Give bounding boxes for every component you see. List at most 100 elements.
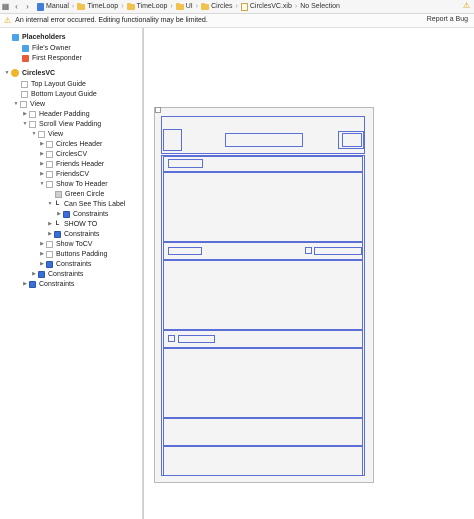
disclosure-collapsed-icon[interactable]: ▶ [47, 221, 53, 227]
disclosure-collapsed-icon[interactable]: ▶ [22, 281, 28, 287]
disclosure-expanded-icon[interactable]: ▼ [39, 181, 45, 187]
scene-handle-icon[interactable] [155, 107, 161, 113]
header-title-box[interactable] [225, 133, 303, 147]
disclosure-collapsed-icon[interactable]: ▶ [39, 141, 45, 147]
placeholders-header: Placeholders [12, 32, 66, 42]
outline-item-constraints-2[interactable]: ▶ Constraints [47, 229, 99, 239]
view-icon [29, 120, 36, 128]
grid-icon[interactable]: ▦ [0, 1, 11, 13]
disclosure-expanded-icon[interactable]: ▼ [31, 131, 37, 137]
outline-item-constraints-1[interactable]: ▶ Constraints [56, 209, 108, 219]
view-icon [46, 160, 53, 168]
outline-item-files-owner[interactable]: File's Owner [22, 43, 71, 53]
outline-item-constraints-3[interactable]: ▶ Constraints [39, 259, 91, 269]
outline-item-show-to[interactable]: ▶ L SHOW TO [47, 219, 97, 229]
breadcrumb-item-ui[interactable]: UI [175, 2, 193, 10]
constraints-icon [29, 280, 36, 288]
buttons-padding-frame[interactable] [163, 418, 363, 446]
outline-item-circles-header[interactable]: ▶ Circles Header [39, 139, 102, 149]
breadcrumb-separator: › [195, 3, 199, 10]
breadcrumb-item-timeloop[interactable]: TimeLoop [77, 2, 118, 10]
disclosure-collapsed-icon[interactable]: ▶ [47, 231, 53, 237]
back-icon[interactable]: ‹ [11, 1, 22, 13]
outline-item-first-responder[interactable]: First Responder [22, 53, 82, 63]
folder-icon [126, 2, 135, 10]
friends-header-check-box[interactable] [305, 247, 312, 254]
breadcrumb-item-manual[interactable]: Manual [37, 2, 69, 11]
disclosure-collapsed-icon[interactable]: ▶ [39, 171, 45, 177]
collection-view-icon [46, 170, 53, 178]
breadcrumb-separator: › [235, 3, 238, 10]
circles-header-label-box[interactable] [168, 159, 203, 168]
green-circle-box[interactable] [168, 335, 175, 342]
xib-file-icon [240, 2, 248, 11]
document-outline: Placeholders File's Owner First Responde… [0, 28, 143, 519]
outline-item-inner-view[interactable]: ▼ View [31, 129, 63, 139]
breadcrumb-item-timeloop-2[interactable]: TimeLoop [126, 2, 167, 10]
outline-item-view[interactable]: ▼ View [13, 99, 45, 109]
outline-item-constraints-5[interactable]: ▶ Constraints [22, 279, 74, 289]
placeholder-cube-icon [12, 33, 19, 41]
friends-header-label-box[interactable] [168, 247, 202, 255]
breadcrumb-separator: › [294, 3, 298, 10]
report-bug-button[interactable]: Report a Bug [427, 16, 468, 23]
outline-item-circles-cv[interactable]: ▶ CirclesCV [39, 149, 87, 159]
breadcrumb-item-circles[interactable]: Circles [201, 2, 232, 10]
disclosure-collapsed-icon[interactable]: ▶ [22, 111, 28, 117]
constraints-icon [54, 230, 61, 238]
view-icon [29, 110, 36, 118]
label-icon: L [55, 220, 60, 227]
error-message: An internal error occurred. Editing func… [15, 17, 208, 24]
canvas-divider [143, 28, 144, 519]
warning-icon: ⚠ [4, 16, 12, 25]
disclosure-collapsed-icon[interactable]: ▶ [39, 251, 45, 257]
disclosure-collapsed-icon[interactable]: ▶ [39, 241, 45, 247]
outline-item-friends-header[interactable]: ▶ Friends Header [39, 159, 104, 169]
outline-item-constraints-4[interactable]: ▶ Constraints [31, 269, 83, 279]
outline-item-green-circle[interactable]: Green Circle [55, 189, 104, 199]
show-to-label-box[interactable] [178, 335, 215, 343]
view-icon [46, 250, 53, 258]
outline-item-scroll-view-padding[interactable]: ▼ Scroll View Padding [22, 119, 101, 129]
circles-vc-scene[interactable] [154, 107, 374, 483]
warning-icon[interactable]: ⚠ [463, 1, 470, 10]
disclosure-collapsed-icon[interactable]: ▶ [39, 161, 45, 167]
constraints-icon [38, 270, 45, 278]
disclosure-expanded-icon[interactable]: ▼ [4, 70, 10, 76]
header-left-box[interactable] [163, 129, 182, 151]
disclosure-expanded-icon[interactable]: ▼ [47, 201, 53, 207]
bottom-region-frame[interactable] [163, 446, 363, 476]
disclosure-expanded-icon[interactable]: ▼ [22, 121, 28, 127]
disclosure-collapsed-icon[interactable]: ▶ [39, 151, 45, 157]
outline-item-bottom-layout-guide[interactable]: Bottom Layout Guide [21, 89, 97, 99]
breadcrumb: Manual › TimeLoop › TimeLoop › UI › Circ… [37, 2, 340, 11]
outline-item-friends-cv[interactable]: ▶ FriendsCV [39, 169, 89, 179]
layout-guide-icon [21, 80, 28, 88]
folder-icon [175, 2, 184, 10]
show-to-cv-frame[interactable] [163, 348, 363, 418]
disclosure-collapsed-icon[interactable]: ▶ [56, 211, 62, 217]
view-icon [20, 100, 27, 108]
breadcrumb-separator: › [170, 3, 173, 10]
disclosure-expanded-icon[interactable]: ▼ [13, 101, 19, 107]
outline-item-top-layout-guide[interactable]: Top Layout Guide [21, 79, 86, 89]
outline-item-show-to-cv[interactable]: ▶ Show ToCV [39, 239, 92, 249]
friends-header-right-label-box[interactable] [314, 247, 362, 255]
outline-item-header-padding[interactable]: ▶ Header Padding [22, 109, 90, 119]
constraints-icon [63, 210, 70, 218]
outline-item-buttons-padding[interactable]: ▶ Buttons Padding [39, 249, 107, 259]
outline-item-circlesvc[interactable]: ▼ CirclesVC [4, 68, 55, 78]
disclosure-collapsed-icon[interactable]: ▶ [31, 271, 37, 277]
view-icon [46, 180, 53, 188]
collection-view-icon [46, 240, 53, 248]
outline-item-can-see-label[interactable]: ▼ L Can See This Label [47, 199, 126, 209]
circles-cv-frame[interactable] [163, 172, 363, 242]
breadcrumb-item-xib[interactable]: CirclesVC.xib [240, 2, 292, 11]
breadcrumb-item-selection[interactable]: No Selection [300, 3, 340, 10]
error-bar: ⚠ An internal error occurred. Editing fu… [0, 14, 474, 28]
disclosure-collapsed-icon[interactable]: ▶ [39, 261, 45, 267]
header-right-inner-box[interactable] [342, 133, 362, 147]
outline-item-show-to-header[interactable]: ▼ Show To Header [39, 179, 108, 189]
forward-icon[interactable]: › [22, 1, 33, 13]
friends-cv-frame[interactable] [163, 260, 363, 330]
